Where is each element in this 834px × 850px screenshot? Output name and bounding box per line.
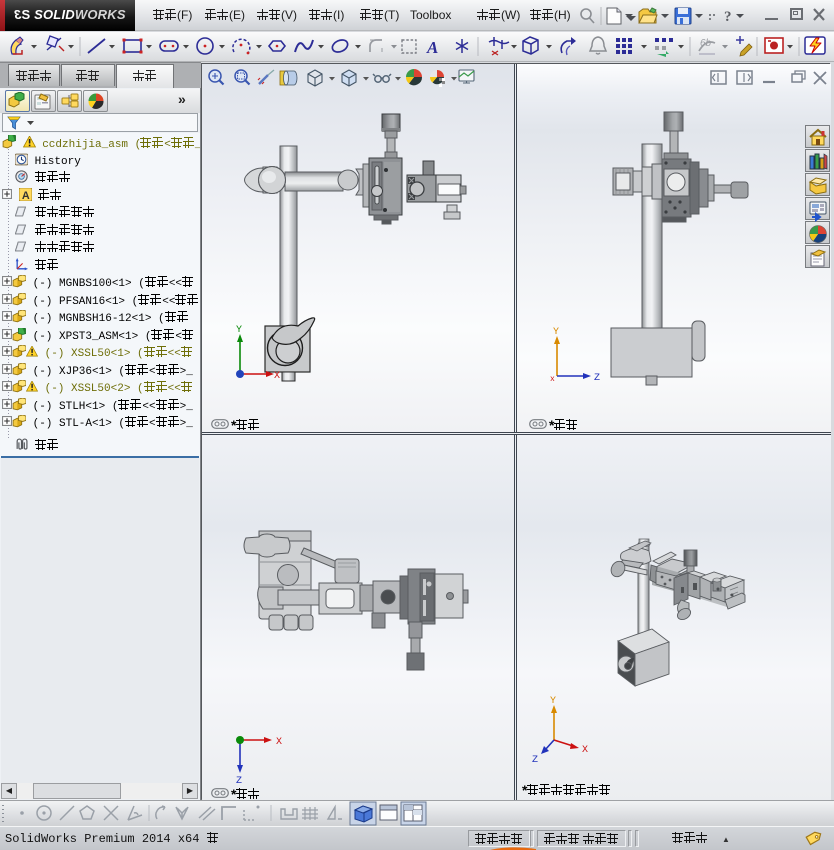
svg-text:x: x [550, 375, 555, 384]
svg-text:Z: Z [594, 373, 600, 384]
svg-text:A: A [426, 38, 438, 57]
svg-text:?: ? [724, 9, 732, 25]
svg-text:Y: Y [553, 327, 559, 338]
svg-text:X: X [582, 745, 588, 756]
svg-text:6b: 6b [700, 38, 712, 49]
svg-text:Z: Z [532, 755, 538, 766]
svg-text:Y: Y [236, 325, 242, 336]
svg-text:X: X [276, 737, 282, 748]
svg-text:Y: Y [550, 696, 556, 707]
svg-text:X: X [274, 371, 280, 382]
